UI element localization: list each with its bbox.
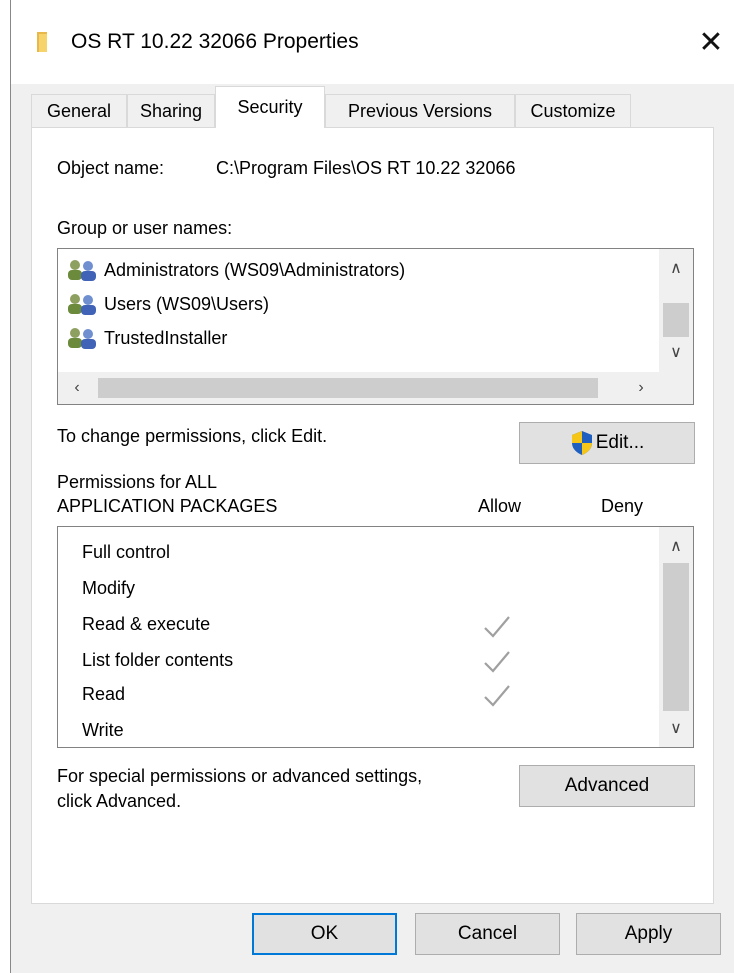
apply-button[interactable]: Apply	[576, 913, 721, 955]
scroll-up-icon[interactable]: ∧	[659, 531, 693, 561]
tab-previous-versions[interactable]: Previous Versions	[325, 94, 515, 128]
tab-general[interactable]: General	[31, 94, 127, 128]
users-icon	[68, 328, 96, 349]
advanced-button[interactable]: Advanced	[519, 765, 695, 807]
allow-column-header: Allow	[478, 496, 522, 516]
group-user-list[interactable]: Administrators (WS09\Administrators) Use…	[57, 248, 694, 405]
shield-icon	[571, 431, 592, 455]
advanced-text-line1: For special permissions or advanced sett…	[57, 766, 423, 786]
permission-row: List folder contents	[82, 649, 234, 670]
security-panel: Object name: C:\Program Files\OS RT 10.2…	[31, 127, 714, 904]
scroll-thumb[interactable]	[663, 303, 689, 337]
group-list-vertical-scrollbar[interactable]: ∧ ∨	[659, 249, 693, 372]
permissions-list[interactable]: Full control Modify Read & execute List …	[57, 526, 694, 748]
permissions-label-line2: APPLICATION PACKAGES	[57, 496, 278, 516]
deny-column-header: Deny	[601, 496, 644, 516]
tab-sharing[interactable]: Sharing	[127, 94, 215, 128]
folder-icon	[37, 32, 47, 52]
permission-row: Read	[82, 683, 126, 704]
window-title: OS RT 10.22 32066 Properties	[71, 30, 359, 53]
scroll-right-icon[interactable]: ›	[626, 372, 656, 404]
scroll-down-icon[interactable]: ∨	[659, 713, 693, 743]
list-item[interactable]: Users (WS09\Users)	[66, 289, 269, 319]
allow-check-icon	[484, 616, 510, 638]
title-bar: OS RT 10.22 32066 Properties ✕	[11, 0, 734, 84]
cancel-button[interactable]: Cancel	[415, 913, 560, 955]
tab-customize[interactable]: Customize	[515, 94, 631, 128]
scroll-thumb[interactable]	[98, 378, 598, 398]
users-icon	[68, 260, 96, 281]
scroll-thumb[interactable]	[663, 563, 689, 711]
permission-row: Read & execute	[82, 613, 211, 634]
close-icon: ✕	[698, 25, 724, 59]
list-item[interactable]: Administrators (WS09\Administrators)	[66, 255, 405, 285]
permission-row: Full control	[82, 541, 171, 562]
permission-row: Write	[82, 719, 124, 740]
advanced-text-line2: click Advanced.	[57, 791, 182, 811]
allow-check-icon	[484, 651, 510, 673]
scroll-down-icon[interactable]: ∨	[659, 337, 693, 367]
tab-security[interactable]: Security	[215, 86, 325, 128]
scroll-up-icon[interactable]: ∧	[659, 253, 693, 283]
ok-button[interactable]: OK	[252, 913, 397, 955]
edit-button[interactable]: Edit...	[519, 422, 695, 464]
users-icon	[68, 294, 96, 315]
properties-window: OS RT 10.22 32066 Properties ✕ General S…	[10, 0, 734, 973]
permission-row: Modify	[82, 577, 136, 598]
allow-check-icon	[484, 685, 510, 707]
close-button[interactable]: ✕	[688, 18, 734, 66]
object-name-value: C:\Program Files\OS RT 10.22 32066	[216, 158, 516, 178]
group-names-label: Group or user names:	[57, 218, 233, 238]
scroll-left-icon[interactable]: ‹	[62, 372, 92, 404]
list-item[interactable]: TrustedInstaller	[66, 323, 227, 353]
group-list-horizontal-scrollbar[interactable]: ‹ ›	[58, 372, 693, 404]
permissions-vertical-scrollbar[interactable]: ∧ ∨	[659, 527, 693, 747]
object-name-label: Object name:	[57, 158, 165, 178]
change-permissions-text: To change permissions, click Edit.	[57, 426, 328, 446]
permissions-label-line1: Permissions for ALL	[57, 472, 218, 492]
